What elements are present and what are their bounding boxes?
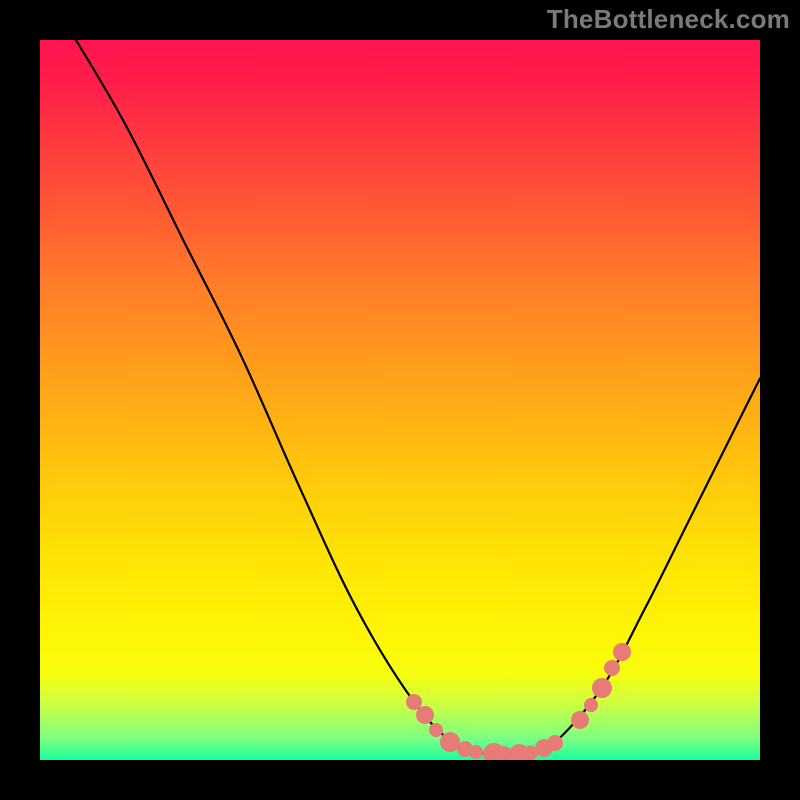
chart-root: TheBottleneck.com [0,0,800,800]
highlight-marker [584,698,598,712]
highlight-marker [429,723,443,737]
curve-layer [40,40,760,760]
highlight-marker [416,706,434,724]
highlight-marker [592,678,612,698]
highlight-marker [571,711,589,729]
bottleneck-curve [76,40,760,755]
highlight-marker [604,660,620,676]
highlight-marker [469,745,483,759]
highlight-marker [547,735,563,751]
watermark: TheBottleneck.com [547,4,790,35]
highlight-marker [613,643,631,661]
plot-area [40,40,760,760]
